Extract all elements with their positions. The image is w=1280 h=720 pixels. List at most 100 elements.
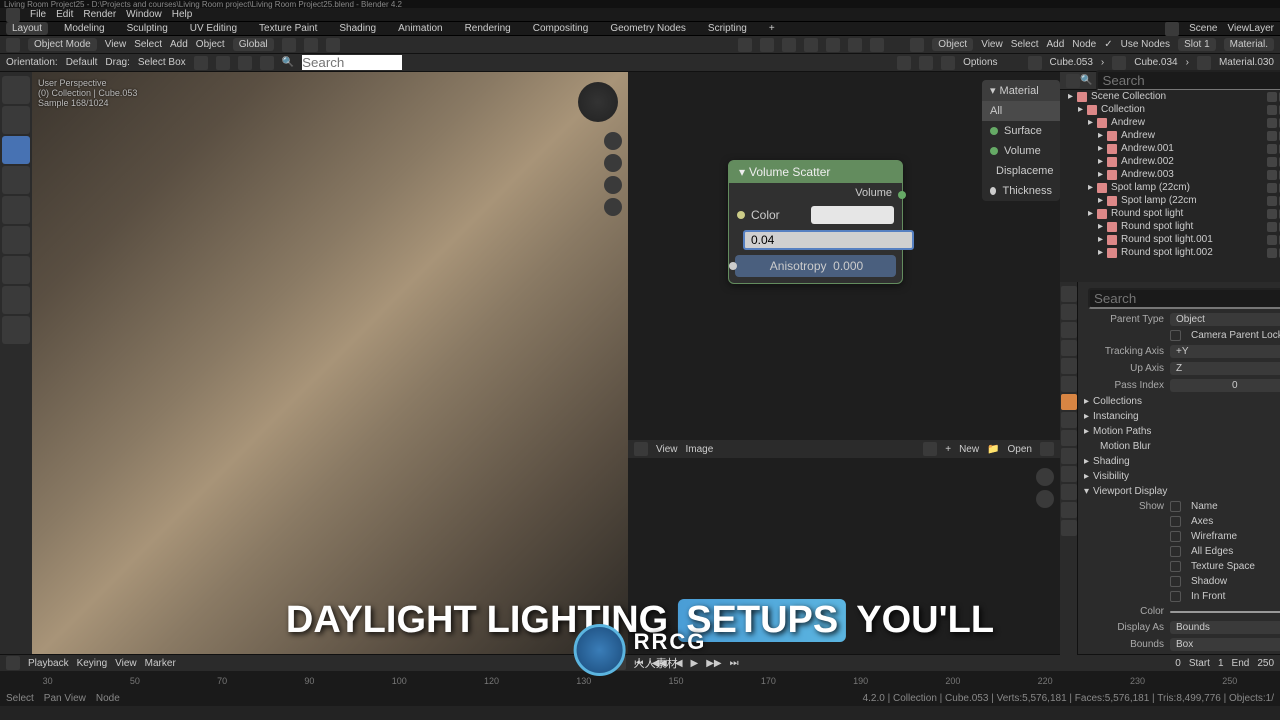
eye-icon[interactable] (1267, 105, 1277, 115)
pivot-icon[interactable] (282, 38, 296, 52)
outliner-row[interactable]: ▸Andrew.001 (1060, 142, 1280, 155)
tab-add[interactable]: + (763, 22, 781, 35)
vp-menu-object[interactable]: Object (196, 39, 225, 50)
img-menu-image[interactable]: Image (686, 444, 714, 455)
outliner-row[interactable]: ▸Andrew.003 (1060, 168, 1280, 181)
tab-scripting[interactable]: Scripting (702, 22, 753, 35)
image-editor-icon[interactable] (634, 442, 648, 456)
eye-icon[interactable] (1267, 92, 1277, 102)
bc-mesh[interactable]: Cube.034 (1134, 57, 1177, 68)
tab-compositing[interactable]: Compositing (527, 22, 595, 35)
tracking-axis-dd[interactable]: +Y (1170, 345, 1280, 358)
prop-tab-modifiers[interactable] (1061, 412, 1077, 428)
eye-icon[interactable] (1267, 209, 1277, 219)
eye-icon[interactable] (1267, 183, 1277, 193)
hdr-icon-b[interactable] (919, 56, 933, 70)
nav-gizmo[interactable] (578, 82, 618, 122)
editor-type-icon[interactable] (6, 38, 20, 52)
xray-icon[interactable] (782, 38, 796, 52)
bc-mat[interactable]: Material.030 (1219, 57, 1274, 68)
socket-volume-out[interactable] (898, 191, 906, 199)
node-menu-select[interactable]: Select (1011, 39, 1039, 50)
material-selector[interactable]: Material. (1224, 38, 1274, 51)
parent-type-dd[interactable]: Object (1170, 313, 1280, 326)
tab-geonodes[interactable]: Geometry Nodes (604, 22, 692, 35)
outliner-row[interactable]: ▸Andrew (1060, 116, 1280, 129)
eye-icon[interactable] (1267, 196, 1277, 206)
eye-icon[interactable] (1267, 222, 1277, 232)
proportional-icon[interactable] (326, 38, 340, 52)
vp-menu-view[interactable]: View (105, 39, 127, 50)
tool-move[interactable] (2, 136, 30, 164)
up-axis-dd[interactable]: Z (1170, 362, 1280, 375)
prop-tab-scene[interactable] (1061, 340, 1077, 356)
tool-rotate[interactable] (2, 166, 30, 194)
mat-tab-all[interactable]: All (982, 101, 1060, 121)
gizmo-icon[interactable] (738, 38, 752, 52)
orient-icon-1[interactable] (194, 56, 208, 70)
shading-matprev-icon[interactable] (848, 38, 862, 52)
tab-sculpting[interactable]: Sculpting (121, 22, 174, 35)
tl-marker[interactable]: Marker (145, 658, 176, 669)
orientation-value[interactable]: Default (66, 57, 98, 68)
menu-edit[interactable]: Edit (56, 9, 73, 20)
eye-icon[interactable] (1267, 170, 1277, 180)
outliner-row[interactable]: ▸Round spot light (1060, 207, 1280, 220)
color-swatch[interactable] (811, 206, 894, 224)
slot-selector[interactable]: Slot 1 (1178, 38, 1216, 51)
prop-tab-particles[interactable] (1061, 430, 1077, 446)
viewlayer-selector[interactable]: ViewLayer (1227, 23, 1274, 34)
prop-tab-object[interactable] (1061, 394, 1077, 410)
drag-value[interactable]: Select Box (138, 57, 186, 68)
prop-tab-output[interactable] (1061, 304, 1077, 320)
menu-file[interactable]: File (30, 9, 46, 20)
end-frame[interactable]: 250 (1257, 658, 1274, 669)
orientation-dd[interactable]: Global (233, 38, 274, 51)
timeline-icon[interactable] (6, 656, 20, 670)
scene-icon[interactable] (1165, 22, 1179, 36)
img-menu-view[interactable]: View (656, 444, 678, 455)
tl-playback[interactable]: Playback (28, 658, 69, 669)
img-open[interactable]: Open (1008, 444, 1032, 455)
tab-modeling[interactable]: Modeling (58, 22, 111, 35)
display-as-dd[interactable]: Bounds (1170, 621, 1280, 634)
outliner-row[interactable]: ▸Collection (1060, 103, 1280, 116)
header-search[interactable] (302, 55, 402, 70)
snap-icon[interactable] (304, 38, 318, 52)
scene-selector[interactable]: Scene (1189, 23, 1217, 34)
outliner-row[interactable]: ▸Scene Collection (1060, 90, 1280, 103)
prop-tab-render[interactable] (1061, 286, 1077, 302)
outliner-row[interactable]: ▸Round spot light.001 (1060, 233, 1280, 246)
prop-tab-physics[interactable] (1061, 448, 1077, 464)
outliner-row[interactable]: ▸Round spot light.002 (1060, 246, 1280, 259)
prop-tab-viewlayer[interactable] (1061, 322, 1077, 338)
prop-tab-data[interactable] (1061, 484, 1077, 500)
blender-icon[interactable] (6, 8, 20, 22)
shading-solid-icon[interactable] (826, 38, 840, 52)
tl-keying[interactable]: Keying (77, 658, 108, 669)
node-menu-add[interactable]: Add (1047, 39, 1065, 50)
socket-surface[interactable] (990, 127, 998, 135)
color-field[interactable] (1170, 611, 1280, 613)
hdr-icon-c[interactable] (941, 56, 955, 70)
play-next-icon[interactable]: ▶▶ (706, 658, 721, 669)
img-zoom-icon[interactable] (1036, 468, 1054, 486)
tool-transform[interactable] (2, 226, 30, 254)
play-end-icon[interactable]: ⏭ (730, 658, 739, 669)
socket-anisotropy[interactable] (729, 262, 737, 270)
outliner-row[interactable]: ▸Andrew.002 (1060, 155, 1280, 168)
outliner-icon[interactable] (1066, 74, 1080, 88)
outliner-row[interactable]: ▸Spot lamp (22cm (1060, 194, 1280, 207)
orient-icon-2[interactable] (216, 56, 230, 70)
eye-icon[interactable] (1267, 131, 1277, 141)
socket-volume[interactable] (990, 147, 998, 155)
start-frame[interactable]: 1 (1218, 658, 1224, 669)
eye-icon[interactable] (1267, 118, 1277, 128)
tool-cursor[interactable] (2, 106, 30, 134)
outliner-tree[interactable]: ▸Scene Collection▸Collection▸Andrew ▸Andr… (1060, 90, 1280, 282)
outliner-row[interactable]: ▸Round spot light (1060, 220, 1280, 233)
prop-tab-collection[interactable] (1061, 376, 1077, 392)
pass-index-input[interactable]: 0 (1170, 379, 1280, 392)
menu-window[interactable]: Window (126, 9, 162, 20)
node-editor[interactable]: ▾Material All Surface Volume Displaceme … (628, 72, 1060, 440)
